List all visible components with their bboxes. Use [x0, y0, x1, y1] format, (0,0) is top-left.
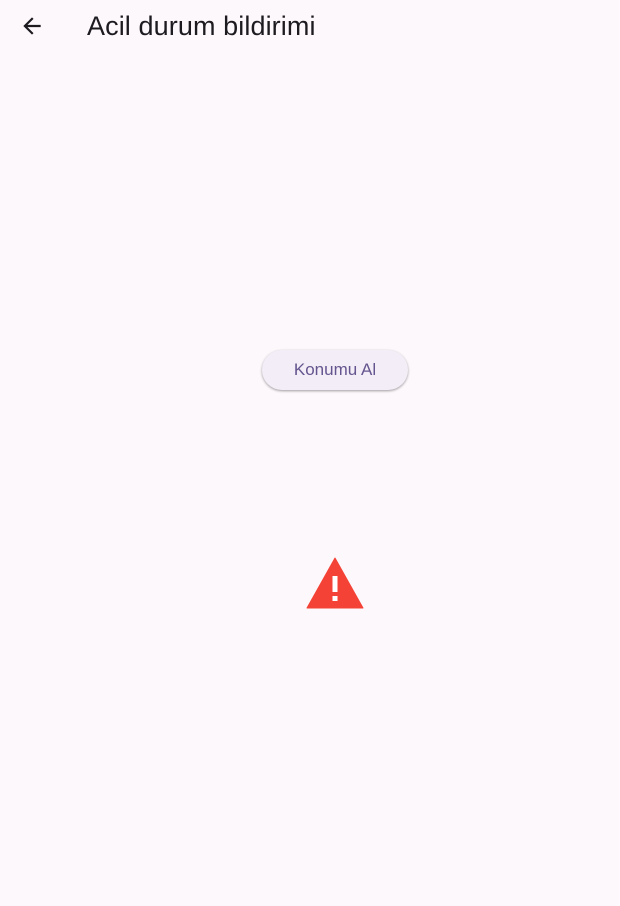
get-location-button[interactable]: Konumu Al — [262, 350, 408, 390]
back-button[interactable] — [12, 6, 52, 46]
arrow-back-icon — [23, 17, 41, 35]
page-title: Acil durum bildirimi — [87, 11, 316, 41]
app-bar: Acil durum bildirimi — [0, 0, 620, 52]
warning-triangle-icon — [306, 557, 364, 609]
